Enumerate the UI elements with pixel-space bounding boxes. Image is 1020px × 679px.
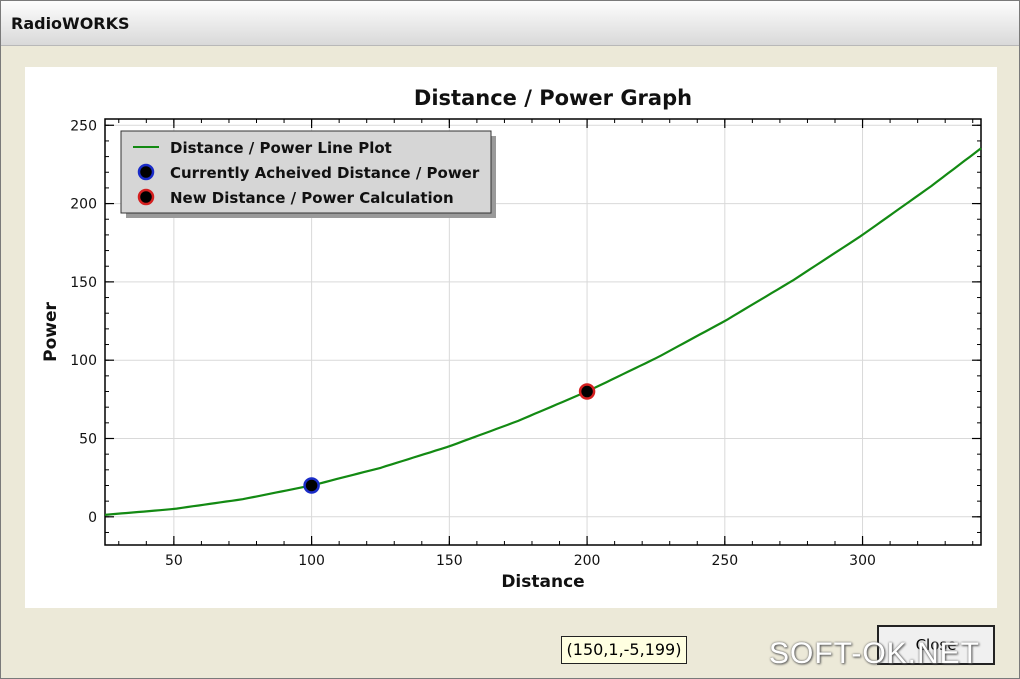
legend-entry-label: Distance / Power Line Plot (170, 139, 392, 157)
y-tick-label: 0 (88, 510, 97, 526)
current-point-marker (303, 477, 320, 494)
legend-marker-swatch (137, 163, 155, 181)
legend-entry-label: New Distance / Power Calculation (170, 189, 454, 207)
y-tick-label: 250 (70, 118, 97, 134)
x-tick-label: 300 (849, 553, 876, 569)
x-tick-label: 50 (165, 553, 183, 569)
y-tick-label: 50 (79, 432, 97, 448)
chart-title: Distance / Power Graph (414, 86, 692, 110)
y-axis-label: Power (41, 302, 61, 362)
y-tick-label: 150 (70, 275, 97, 291)
coordinate-readout: (150,1,-5,199) (561, 636, 687, 664)
title-bar[interactable]: RadioWORKS (1, 1, 1019, 46)
watermark: SOFT-OK.NET (769, 637, 981, 670)
y-tick-label: 100 (70, 353, 97, 369)
x-tick-label: 200 (574, 553, 601, 569)
plot-panel: Distance / Power Graph 50 100 150 200 250 300 0… (25, 67, 997, 608)
x-axis-label: Distance (501, 572, 584, 592)
legend-entry-label: Currently Acheived Distance / Power (170, 164, 480, 182)
y-tick-label: 200 (70, 197, 97, 213)
x-tick-label: 150 (436, 553, 463, 569)
app-window: RadioWORKS Distance / Power Graph 50 100 15… (0, 0, 1020, 679)
new-point-marker (578, 383, 596, 400)
x-tick-label: 250 (711, 553, 738, 569)
x-tick-label: 100 (298, 553, 325, 569)
legend-marker-swatch (137, 188, 155, 206)
distance-power-chart[interactable]: Distance / Power Graph 50 100 150 200 250 300 0… (25, 67, 997, 608)
window-title: RadioWORKS (11, 14, 130, 33)
